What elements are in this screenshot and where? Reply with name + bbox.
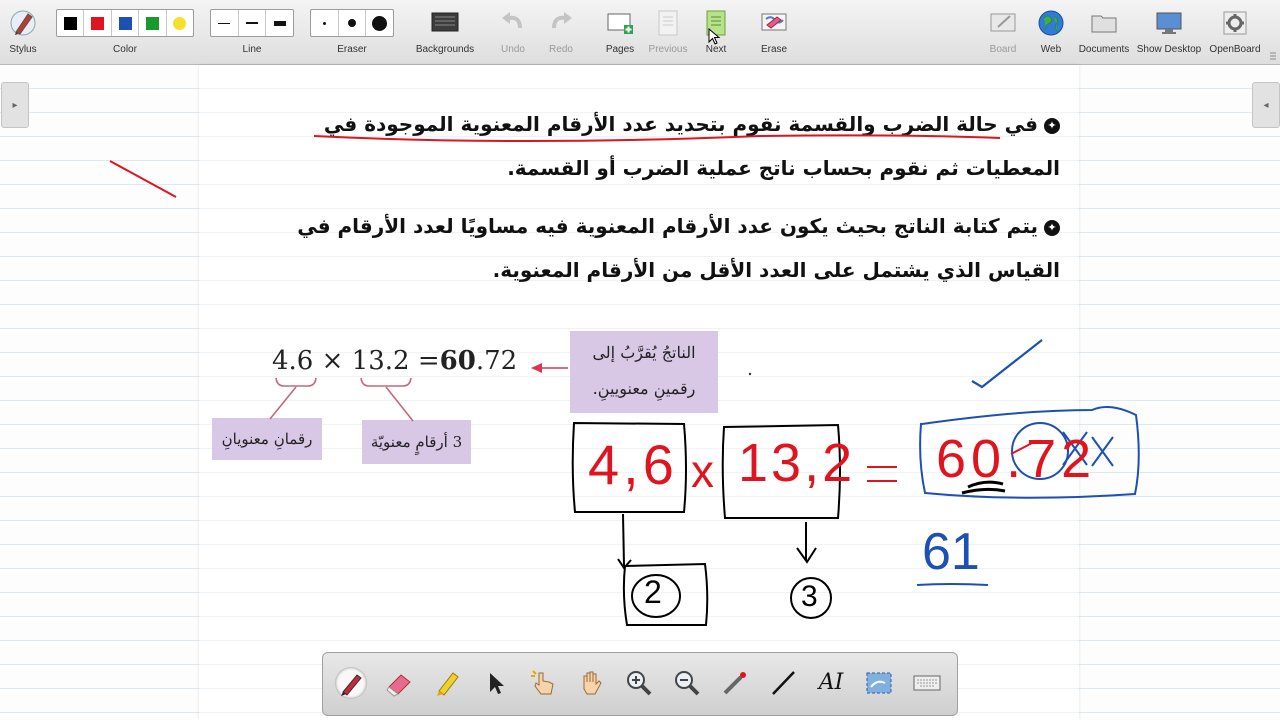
zoom-in-icon (627, 671, 652, 696)
highlighter-icon (437, 672, 459, 696)
handwritten-first-number: 4,6 (588, 433, 678, 496)
marker-tool[interactable] (431, 667, 463, 699)
selector-tool[interactable] (479, 667, 511, 699)
text-tool[interactable]: A​I (815, 667, 847, 699)
blue-check-mark (971, 339, 1043, 389)
pointing-hand-icon (531, 670, 554, 695)
handwritten-sf-2: 2 (644, 574, 662, 610)
arrow-down-1 (617, 513, 632, 570)
hand-icon (583, 671, 602, 695)
tool-palette: A​I (322, 652, 958, 716)
hand-tool[interactable] (575, 667, 607, 699)
keyboard-tool[interactable] (911, 667, 943, 699)
laser-pointer-tool[interactable] (719, 667, 751, 699)
text-tool-icon: A​I (818, 670, 844, 695)
handwritten-result: 60.72 (936, 429, 1097, 489)
arrow-down-2 (796, 522, 817, 564)
interact-tool[interactable] (527, 667, 559, 699)
zoom-in-tool[interactable] (623, 667, 655, 699)
pen-tool[interactable] (335, 667, 367, 699)
line-tool[interactable] (767, 667, 799, 699)
handwritten-second-number: 13,2 (738, 433, 856, 493)
line-icon (772, 671, 795, 695)
red-equals-lines (867, 466, 897, 482)
laser-pointer-icon (723, 672, 746, 695)
eraser-tool[interactable] (383, 667, 415, 699)
handwritten-annotations[interactable] (0, 0, 1280, 720)
capture-icon (866, 672, 892, 694)
underline-61 (916, 583, 989, 586)
zoom-out-icon (675, 671, 700, 696)
red-underline-stroke (313, 134, 1001, 142)
eraser-icon (386, 674, 411, 697)
handwritten-rounded-result: 61 (922, 523, 980, 581)
capture-tool[interactable] (863, 667, 895, 699)
pen-icon (341, 674, 362, 696)
handwritten-sf-3: 3 (801, 580, 818, 613)
red-mark-stroke (109, 160, 177, 198)
keyboard-icon (913, 675, 941, 691)
arrow-pointer-icon (490, 673, 504, 694)
handwritten-times: x (691, 445, 714, 497)
zoom-out-tool[interactable] (671, 667, 703, 699)
